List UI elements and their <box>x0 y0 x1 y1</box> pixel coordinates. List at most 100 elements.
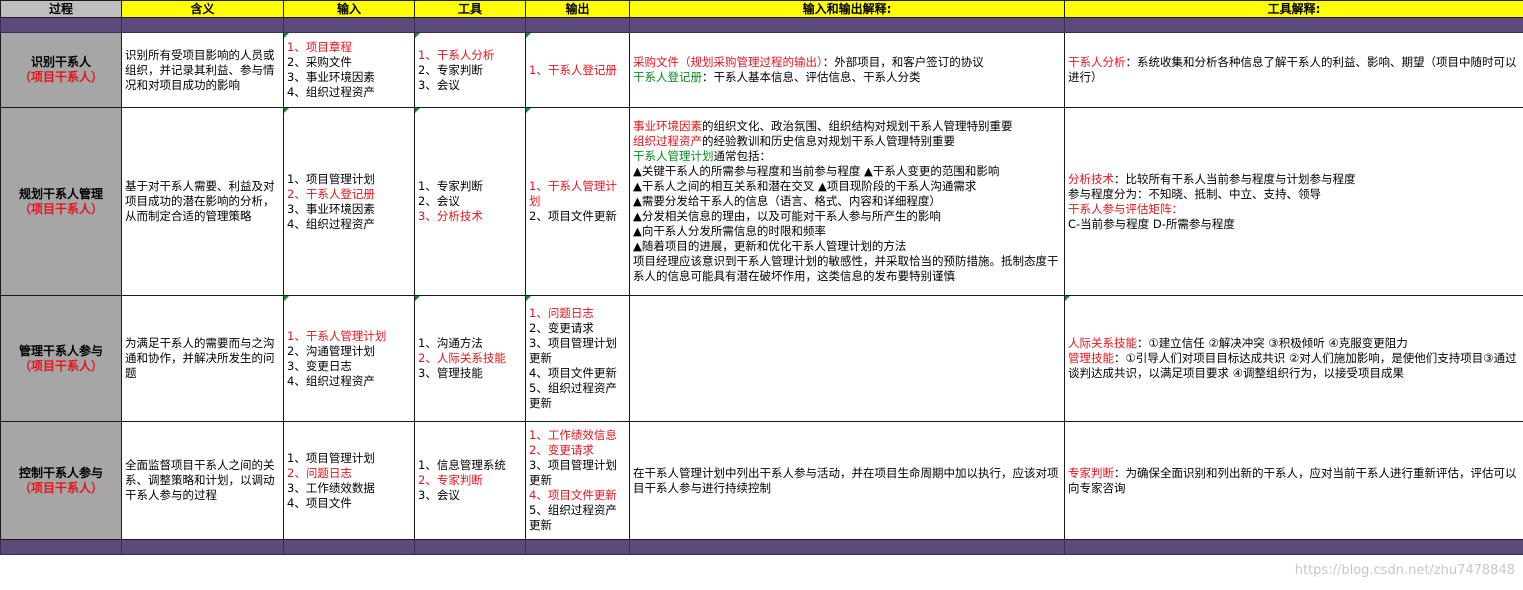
header-io-explain: 输入和输出解释: <box>629 0 1065 18</box>
tool-term: 干系人分析 <box>1068 55 1126 69</box>
io-term: 采购文件（规划采购管理过程的输出） <box>633 55 823 69</box>
tool-item: 1、沟通方法 <box>418 336 483 350</box>
knowledge-area: （项目干系人） <box>18 201 103 216</box>
tool-desc: ：系统收集和分析各种信息了解干系人的利益、影响、期望（项目中随时可以进行） <box>1068 55 1517 84</box>
input-item: 3、事业环境因素 <box>287 70 375 84</box>
process-cell: 管理干系人参与 （项目干系人） <box>0 295 122 422</box>
knowledge-area: （项目干系人） <box>18 358 103 373</box>
output-item: 5、组织过程资产更新 <box>529 503 617 532</box>
io-term: 干系人管理计划 <box>633 149 714 163</box>
output-item: 3、项目管理计划更新 <box>529 336 617 365</box>
inputs-cell: 1、项目管理计划 2、问题日志 3、工作绩效数据 4、项目文件 <box>283 421 415 540</box>
process-cell: 控制干系人参与 （项目干系人） <box>0 421 122 540</box>
input-item: 2、采购文件 <box>287 55 352 69</box>
process-cell: 识别干系人 （项目干系人） <box>0 32 122 108</box>
io-explain-cell <box>629 295 1065 422</box>
tool-item: 3、管理技能 <box>418 366 483 380</box>
plan-item: ▲关键干系人的所需参与程度和当前参与程度 ▲干系人变更的范围和影响 <box>633 164 1000 178</box>
plan-item: ▲干系人之间的相互关系和潜在交叉 ▲项目现阶段的干系人沟通需求 <box>633 179 977 193</box>
meaning-cell: 基于对干系人需要、利益及对项目成功的潜在影响的分析，从而制定合适的管理策略 <box>121 107 284 296</box>
output-item: 3、项目管理计划更新 <box>529 458 617 487</box>
knowledge-area: （项目干系人） <box>18 480 103 495</box>
header-output: 输出 <box>525 0 630 18</box>
meaning-cell: 识别所有受项目影响的人员或组织，并记录其利益、参与情况和对项目成功的影响 <box>121 32 284 108</box>
tools-cell: 1、沟通方法 2、人际关系技能 3、管理技能 <box>414 295 526 422</box>
input-item: 2、干系人登记册 <box>287 186 375 201</box>
io-desc: 在干系人管理计划中列出干系人参与活动，并在项目生命周期中加以执行，应该对项目干系… <box>633 465 1059 495</box>
tool-desc: ：为确保全面识别和列出新的干系人，应对当前干系人进行重新评估，评估可以向专家咨询 <box>1068 465 1517 495</box>
output-item: 1、问题日志 <box>529 306 594 320</box>
header-tools: 工具 <box>414 0 526 18</box>
tool-term: 人际关系技能 <box>1068 336 1137 350</box>
process-name: 控制干系人参与 <box>18 465 103 480</box>
input-item: 1、项目管理计划 <box>287 450 375 465</box>
table-row: 管理干系人参与 （项目干系人） 为满足干系人的需要而与之沟通和协作，并解决所发生… <box>0 295 1523 422</box>
plan-item: ▲分发相关信息的理由，以及可能对干系人参与所产生的影响 <box>633 209 941 223</box>
header-row: 过程 含义 输入 工具 输出 输入和输出解释: 工具解释: <box>0 0 1523 18</box>
input-item: 1、项目章程 <box>287 40 352 54</box>
tool-term: 专家判断 <box>1068 465 1114 480</box>
tool-item: 2、人际关系技能 <box>418 351 506 365</box>
output-item: 2、变更请求 <box>529 321 594 335</box>
output-item: 4、项目文件更新 <box>529 366 617 380</box>
inputs-cell: 1、干系人管理计划 2、沟通管理计划 3、变更日志 4、组织过程资产 <box>283 295 415 422</box>
process-name: 管理干系人参与 <box>18 343 103 358</box>
plan-note: 项目经理应该意识到干系人管理计划的敏感性，并采取恰当的预防措施。抵制态度干系人的… <box>633 254 1059 283</box>
tool-item: 2、会议 <box>418 194 460 208</box>
io-term: 组织过程资产 <box>633 134 702 148</box>
meaning-text: 为满足干系人的需要而与之沟通和协作，并解决所发生的问题 <box>125 336 275 380</box>
header-meaning: 含义 <box>121 0 284 18</box>
input-item: 3、变更日志 <box>287 358 352 373</box>
io-term: 干系人登记册 <box>633 70 702 84</box>
tools-cell: 1、干系人分析 2、专家判断 3、会议 <box>414 32 526 108</box>
io-desc: 通常包括： <box>713 149 772 163</box>
tool-desc: ：比较所有干系人当前参与程度与计划参与程度 <box>1114 171 1356 186</box>
process-name: 识别干系人 <box>30 55 91 69</box>
watermark: https://blog.csdn.net/zhu7478848 <box>1294 563 1515 578</box>
output-item: 1、工作绩效信息 <box>529 428 617 442</box>
tool-explain-cell: 干系人分析：系统收集和分析各种信息了解干系人的利益、影响、期望（项目中随时可以进… <box>1064 32 1523 108</box>
process-table: 过程 含义 输入 工具 输出 输入和输出解释: 工具解释: 识别干系人 （项目干… <box>0 0 1523 555</box>
plan-item: ▲随着项目的进展，更新和优化干系人管理计划的方法 <box>633 239 907 253</box>
output-item: 2、项目文件更新 <box>529 209 617 223</box>
input-item: 2、沟通管理计划 <box>287 343 375 358</box>
tool-desc: ：①建立信任 ②解决冲突 ③积极倾听 ④克服变更阻力 <box>1137 336 1408 350</box>
tool-desc: ：①引导人们对项目目标达成共识 ②对人们施加影响，是使他们支持项目③通过谈判达成… <box>1068 351 1517 380</box>
io-term: 事业环境因素 <box>633 119 702 133</box>
io-explain-cell: 在干系人管理计划中列出干系人参与活动，并在项目生命周期中加以执行，应该对项目干系… <box>629 421 1065 540</box>
tool-item: 2、专家判断 <box>418 473 483 487</box>
input-item: 4、项目文件 <box>287 495 352 510</box>
input-item: 4、组织过程资产 <box>287 373 375 388</box>
outputs-cell: 1、干系人登记册 <box>525 32 630 108</box>
io-explain-cell: 采购文件（规划采购管理过程的输出）：外部项目，和客户签订的协议 干系人登记册：干… <box>629 32 1065 108</box>
meaning-text: 全面监督项目干系人之间的关系、调整策略和计划，以调动干系人参与的过程 <box>125 458 275 502</box>
tool-item: 2、专家判断 <box>418 62 483 77</box>
inputs-cell: 1、项目管理计划 2、干系人登记册 3、事业环境因素 4、组织过程资产 <box>283 107 415 296</box>
meaning-cell: 为满足干系人的需要而与之沟通和协作，并解决所发生的问题 <box>121 295 284 422</box>
io-explain-cell: 事业环境因素的组织文化、政治氛围、组织结构对规划干系人管理特别重要 组织过程资产… <box>629 107 1065 296</box>
output-item: 2、变更请求 <box>529 443 594 457</box>
input-item: 3、事业环境因素 <box>287 201 375 216</box>
io-desc: 的经验教训和历史信息对规划干系人管理特别重要 <box>702 134 955 148</box>
plan-item: ▲需要分发给干系人的信息（语言、格式、内容和详细程度） <box>633 194 941 208</box>
footer-band <box>0 539 1523 555</box>
input-item: 2、问题日志 <box>287 465 352 480</box>
tools-cell: 1、专家判断 2、会议 3、分析技术 <box>414 107 526 296</box>
outputs-cell: 1、问题日志 2、变更请求 3、项目管理计划更新 4、项目文件更新 5、组织过程… <box>525 295 630 422</box>
input-item: 4、组织过程资产 <box>287 216 375 231</box>
meaning-text: 基于对干系人需要、利益及对项目成功的潜在影响的分析，从而制定合适的管理策略 <box>125 179 275 223</box>
tool-item: 1、专家判断 <box>418 179 483 193</box>
tools-cell: 1、信息管理系统 2、专家判断 3、会议 <box>414 421 526 540</box>
tool-item: 1、干系人分析 <box>418 47 495 62</box>
output-item: 1、干系人登记册 <box>529 62 617 77</box>
tool-term: 管理技能 <box>1068 351 1114 365</box>
input-item: 3、工作绩效数据 <box>287 480 375 495</box>
tool-desc: C-当前参与程度 D-所需参与程度 <box>1068 216 1235 231</box>
table-row: 规划干系人管理 （项目干系人） 基于对干系人需要、利益及对项目成功的潜在影响的分… <box>0 107 1523 296</box>
io-desc: 的组织文化、政治氛围、组织结构对规划干系人管理特别重要 <box>702 119 1013 133</box>
header-input: 输入 <box>283 0 415 18</box>
process-name: 规划干系人管理 <box>18 186 103 201</box>
divider-band <box>0 17 1523 33</box>
header-tool-explain: 工具解释: <box>1064 0 1523 18</box>
io-desc: ：干系人基本信息、评估信息、干系人分类 <box>702 70 921 84</box>
